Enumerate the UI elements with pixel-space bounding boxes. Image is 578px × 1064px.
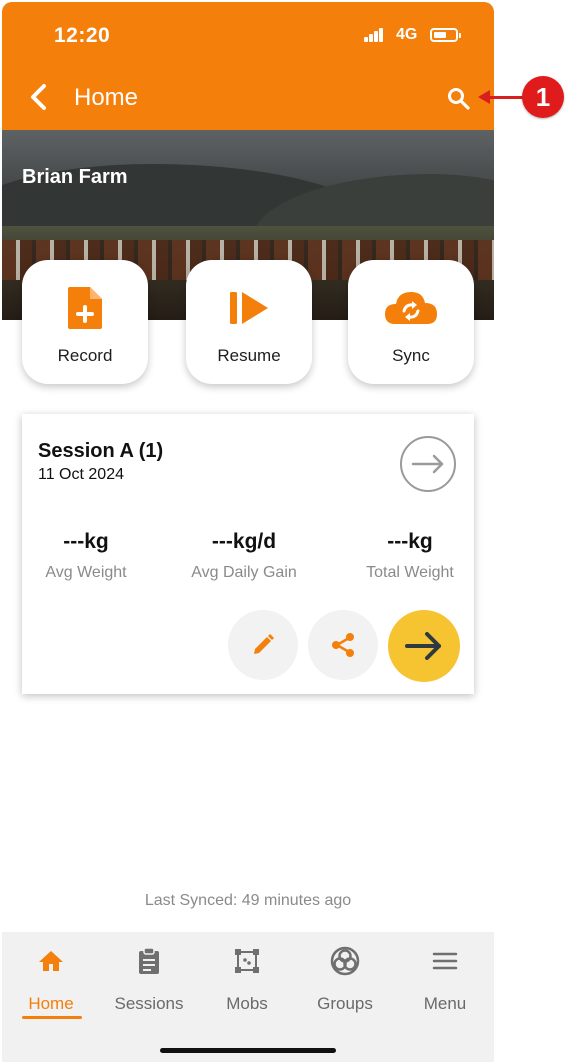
mobs-icon bbox=[235, 949, 259, 973]
edit-session-button[interactable] bbox=[228, 610, 298, 680]
search-button[interactable] bbox=[446, 86, 472, 112]
pencil-icon bbox=[254, 634, 274, 654]
cloud-sync-icon bbox=[385, 292, 437, 324]
nav-menu[interactable]: Menu bbox=[396, 944, 494, 1024]
bottom-nav: Home Sessions Mobs Groups Menu bbox=[2, 932, 494, 1062]
open-session-button[interactable] bbox=[400, 436, 456, 492]
record-label: Record bbox=[57, 346, 113, 365]
stat-total-weight: ---kg Total Weight bbox=[340, 530, 480, 582]
stat-avg-daily-gain: ---kg/d Avg Daily Gain bbox=[174, 530, 314, 582]
annotation-arrow bbox=[484, 96, 524, 99]
stat-value: ---kg bbox=[387, 530, 433, 553]
stat-label: Total Weight bbox=[366, 564, 454, 581]
nav-home[interactable]: Home bbox=[2, 944, 100, 1024]
share-session-button[interactable] bbox=[308, 610, 378, 680]
menu-icon bbox=[432, 952, 458, 970]
sync-label: Sync bbox=[392, 346, 430, 365]
arrow-right-icon bbox=[405, 632, 441, 660]
home-indicator bbox=[160, 1048, 336, 1053]
stat-value: ---kg/d bbox=[211, 530, 277, 553]
session-title: Session A (1) bbox=[38, 440, 164, 462]
nav-mobs[interactable]: Mobs bbox=[198, 944, 296, 1024]
session-card[interactable]: Session A (1) 11 Oct 2024 ---kg Avg Weig… bbox=[22, 414, 474, 694]
groups-icon bbox=[330, 946, 360, 976]
file-plus-icon bbox=[68, 287, 102, 329]
home-icon bbox=[39, 951, 63, 971]
go-session-button[interactable] bbox=[388, 610, 460, 682]
arrow-right-icon bbox=[411, 454, 444, 474]
sync-button[interactable]: Sync bbox=[348, 260, 474, 384]
battery-icon bbox=[430, 28, 461, 42]
status-time: 12:20 bbox=[54, 24, 111, 47]
chevron-left-icon bbox=[31, 84, 46, 110]
phone-screen: 12:20 4G Home Brian Farm Record Resume S… bbox=[2, 2, 494, 1062]
stat-value: ---kg bbox=[63, 530, 109, 553]
share-icon bbox=[332, 633, 354, 657]
annotation-badge: 1 bbox=[522, 76, 564, 118]
nav-groups[interactable]: Groups bbox=[296, 944, 394, 1024]
stat-label: Avg Weight bbox=[45, 564, 127, 581]
nav-label: Home bbox=[28, 994, 74, 1013]
back-button[interactable] bbox=[26, 82, 52, 112]
page-title: Home bbox=[74, 84, 139, 111]
last-synced-text: Last Synced: 49 minutes ago bbox=[144, 892, 352, 909]
stat-label: Avg Daily Gain bbox=[191, 564, 297, 581]
session-date: 11 Oct 2024 bbox=[38, 466, 124, 483]
resume-label: Resume bbox=[217, 346, 281, 365]
resume-button[interactable]: Resume bbox=[186, 260, 312, 384]
stat-avg-weight: ---kg Avg Weight bbox=[16, 530, 156, 582]
network-type: 4G bbox=[396, 26, 418, 43]
app-header: 12:20 4G Home bbox=[2, 2, 494, 130]
record-button[interactable]: Record bbox=[22, 260, 148, 384]
resume-icon bbox=[230, 292, 268, 324]
nav-label: Mobs bbox=[226, 994, 268, 1013]
clipboard-icon bbox=[139, 947, 159, 974]
search-icon bbox=[448, 88, 470, 110]
active-tab-indicator bbox=[22, 1016, 82, 1019]
nav-label: Sessions bbox=[114, 994, 184, 1013]
nav-label: Groups bbox=[317, 994, 373, 1013]
nav-label: Menu bbox=[423, 994, 467, 1013]
signal-icon bbox=[364, 28, 386, 42]
annotation-arrowhead bbox=[478, 90, 490, 104]
farm-name: Brian Farm bbox=[22, 166, 128, 188]
nav-sessions[interactable]: Sessions bbox=[100, 944, 198, 1024]
